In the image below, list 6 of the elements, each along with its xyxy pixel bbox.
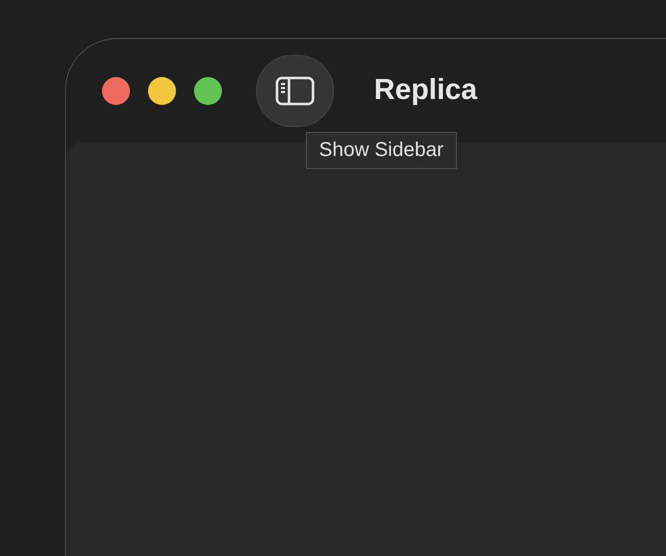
close-button[interactable] [102,76,130,104]
zoom-button[interactable] [194,76,222,104]
tooltip: Show Sidebar [306,132,457,169]
window-title: Replica [374,74,478,107]
sidebar-icon [275,76,315,106]
minimize-button[interactable] [148,76,176,104]
